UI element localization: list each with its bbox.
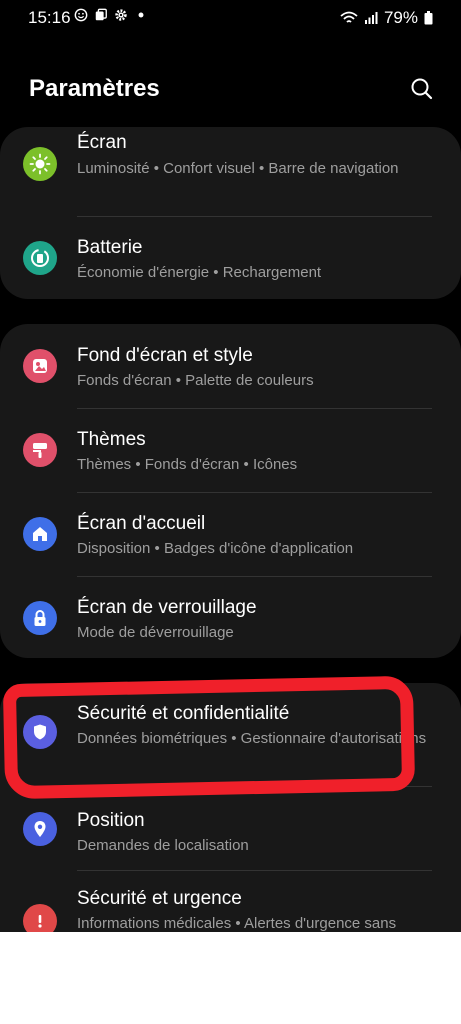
settings-item-securite-urgence[interactable]: Sécurité et urgence Informations médical… <box>0 870 461 932</box>
settings-group-appearance: Fond d'écran et style Fonds d'écran • Pa… <box>0 324 461 658</box>
settings-item-fond-ecran[interactable]: Fond d'écran et style Fonds d'écran • Pa… <box>0 324 461 408</box>
item-subtitle: Économie d'énergie • Rechargement <box>77 264 322 281</box>
image-icon <box>23 349 57 383</box>
battery-status-icon <box>424 11 433 25</box>
settings-item-securite-confidentialite[interactable]: Sécurité et confidentialité Données biom… <box>0 683 461 786</box>
item-subtitle: Disposition • Badges d'icône d'applicati… <box>77 540 354 557</box>
lock-icon <box>23 601 57 635</box>
item-subtitle: Luminosité • Confort visuel • Barre de n… <box>77 160 399 177</box>
item-subtitle: Données biométriques • Gestionnaire d'au… <box>77 730 427 747</box>
item-subtitle: Thèmes • Fonds d'écran • Icônes <box>77 456 298 473</box>
settings-group-display: Écran Luminosité • Confort visuel • Barr… <box>0 127 461 299</box>
emergency-icon <box>23 904 57 932</box>
settings-screen: 15:16 79% Paramètres Écran Luminosité • … <box>0 0 461 932</box>
battery-percentage: 79% <box>383 8 418 27</box>
battery-icon <box>23 241 57 275</box>
home-icon <box>23 517 57 551</box>
settings-item-ecran-accueil[interactable]: Écran d'accueil Disposition • Badges d'i… <box>0 492 461 576</box>
smiley-notification-icon <box>74 8 88 22</box>
item-title: Écran de verrouillage <box>77 597 257 618</box>
page-title: Paramètres <box>29 75 160 102</box>
settings-item-themes[interactable]: Thèmes Thèmes • Fonds d'écran • Icônes <box>0 408 461 492</box>
status-bar: 15:16 79% <box>0 0 461 36</box>
settings-group-security: Sécurité et confidentialité Données biom… <box>0 683 461 932</box>
settings-item-ecran[interactable]: Écran Luminosité • Confort visuel • Barr… <box>0 127 461 217</box>
system-status: 79% <box>340 8 433 28</box>
dot-notification-icon <box>138 12 144 18</box>
app-header: Paramètres <box>0 60 461 120</box>
item-subtitle: Mode de déverrouillage <box>77 624 234 641</box>
item-title: Sécurité et confidentialité <box>77 703 290 724</box>
search-icon[interactable] <box>407 74 437 104</box>
item-title: Position <box>77 810 145 831</box>
settings-item-position[interactable]: Position Demandes de localisation <box>0 786 461 870</box>
brush-icon <box>23 433 57 467</box>
item-subtitle: Fonds d'écran • Palette de couleurs <box>77 372 314 389</box>
signal-icon <box>364 12 378 24</box>
item-subtitle: Demandes de localisation <box>77 837 249 854</box>
gear-notification-icon <box>115 9 127 21</box>
item-title: Sécurité et urgence <box>77 888 242 909</box>
gallery-notification-icon <box>95 8 107 21</box>
item-title: Thèmes <box>77 429 146 450</box>
item-title: Fond d'écran et style <box>77 345 253 366</box>
settings-item-ecran-verrouillage[interactable]: Écran de verrouillage Mode de déverrouil… <box>0 576 461 658</box>
wifi-icon <box>340 11 358 23</box>
status-time: 15:16 <box>28 8 71 27</box>
settings-item-batterie[interactable]: Batterie Économie d'énergie • Rechargeme… <box>0 217 461 299</box>
item-title: Écran d'accueil <box>77 513 206 534</box>
item-title: Batterie <box>77 237 143 258</box>
item-subtitle: Informations médicales • Alertes d'urgen… <box>77 915 397 932</box>
item-title: Écran <box>77 132 127 153</box>
notification-icons <box>74 8 148 22</box>
location-pin-icon <box>23 812 57 846</box>
shield-icon <box>23 715 57 749</box>
sun-icon <box>23 147 57 181</box>
